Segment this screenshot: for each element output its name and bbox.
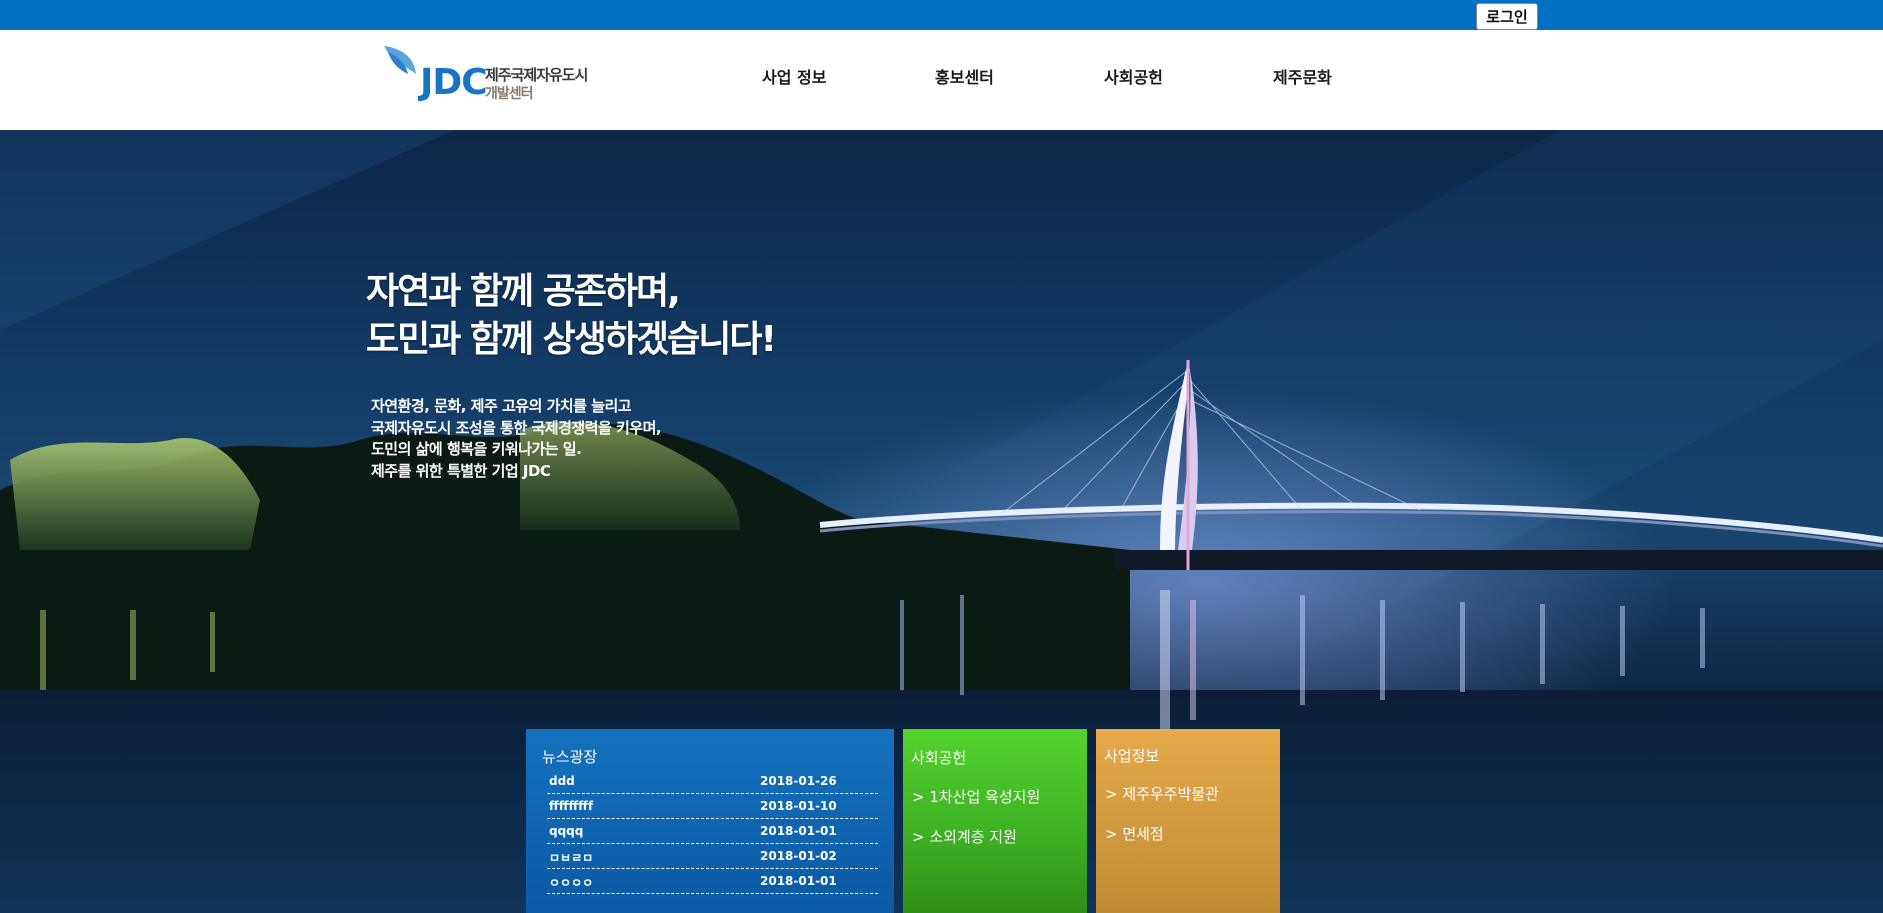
news-panel-title[interactable]: 뉴스광장 [542, 746, 597, 767]
news-date: 2018-01-26 [760, 774, 837, 788]
headline-line-2: 도민과 함께 상생하겠습니다! [366, 319, 777, 360]
social-link-primary-industry[interactable]: > 1차산업 육성지원 [912, 786, 1040, 807]
logo-mark: JDC [420, 62, 488, 103]
news-row[interactable]: fffffffff 2018-01-10 [547, 794, 878, 819]
social-panel-title[interactable]: 사회공헌 [911, 747, 966, 768]
news-row[interactable]: qqqq 2018-01-01 [547, 819, 878, 844]
desc-line-2: 국제자유도시 조성을 통한 국제경쟁력을 키우며, [371, 418, 662, 437]
social-contribution-panel: 사회공헌 > 1차산업 육성지원 > 소외계층 지원 [903, 729, 1087, 913]
news-date: 2018-01-10 [760, 799, 837, 813]
news-row[interactable]: ddd 2018-01-26 [547, 769, 878, 794]
hero-description: 자연환경, 문화, 제주 고유의 가치를 늘리고 국제자유도시 조성을 통한 국… [371, 396, 662, 482]
logo-name-line1: 제주국제자유도시 [485, 66, 588, 84]
news-row[interactable]: ㅁㅂㄹㅁ 2018-01-02 [547, 844, 878, 869]
social-link-underprivileged[interactable]: > 소외계층 지원 [912, 826, 1017, 847]
business-info-panel: 사업정보 > 제주우주박물관 > 면세점 [1096, 729, 1280, 913]
news-date: 2018-01-02 [760, 849, 837, 863]
desc-line-1: 자연환경, 문화, 제주 고유의 가치를 늘리고 [371, 397, 632, 415]
news-title[interactable]: ㅇㅇㅇㅇ [549, 874, 593, 891]
logo-name-line2: 개발센터 [485, 86, 534, 102]
news-panel: 뉴스광장 ddd 2018-01-26 fffffffff 2018-01-10… [526, 729, 894, 913]
jdc-logo[interactable]: JDC 제주국제자유도시 개발센터 [382, 40, 602, 110]
news-title[interactable]: ddd [549, 774, 575, 788]
login-button[interactable]: 로그인 [1476, 3, 1538, 30]
top-bar: 로그인 [0, 0, 1883, 30]
news-date: 2018-01-01 [760, 824, 837, 838]
desc-line-3: 도민의 삶에 행복을 키워나가는 일. [371, 440, 582, 458]
nav-item-jeju-culture[interactable]: 제주문화 [1273, 64, 1332, 88]
news-title[interactable]: qqqq [549, 824, 583, 838]
nav-item-pr-center[interactable]: 홍보센터 [935, 64, 994, 88]
news-row[interactable]: ㅇㅇㅇㅇ 2018-01-01 [547, 869, 878, 894]
hero-headline: 자연과 함께 공존하며, 도민과 함께 상생하겠습니다! [366, 268, 777, 364]
news-title[interactable]: fffffffff [549, 799, 593, 813]
news-date: 2018-01-01 [760, 874, 837, 888]
news-list: ddd 2018-01-26 fffffffff 2018-01-10 qqqq… [547, 769, 878, 894]
site-header: JDC 제주국제자유도시 개발센터 사업 정보 홍보센터 사회공헌 제주문화 [0, 30, 1883, 130]
nav-item-social-contribution[interactable]: 사회공헌 [1104, 64, 1163, 88]
nav-item-business-info[interactable]: 사업 정보 [762, 64, 826, 88]
business-link-space-museum[interactable]: > 제주우주박물관 [1105, 783, 1219, 804]
desc-line-4: 제주를 위한 특별한 기업 JDC [371, 461, 551, 480]
headline-line-1: 자연과 함께 공존하며, [366, 271, 681, 312]
business-panel-title[interactable]: 사업정보 [1104, 745, 1159, 766]
business-link-duty-free[interactable]: > 면세점 [1105, 823, 1164, 844]
news-title[interactable]: ㅁㅂㄹㅁ [549, 849, 593, 866]
